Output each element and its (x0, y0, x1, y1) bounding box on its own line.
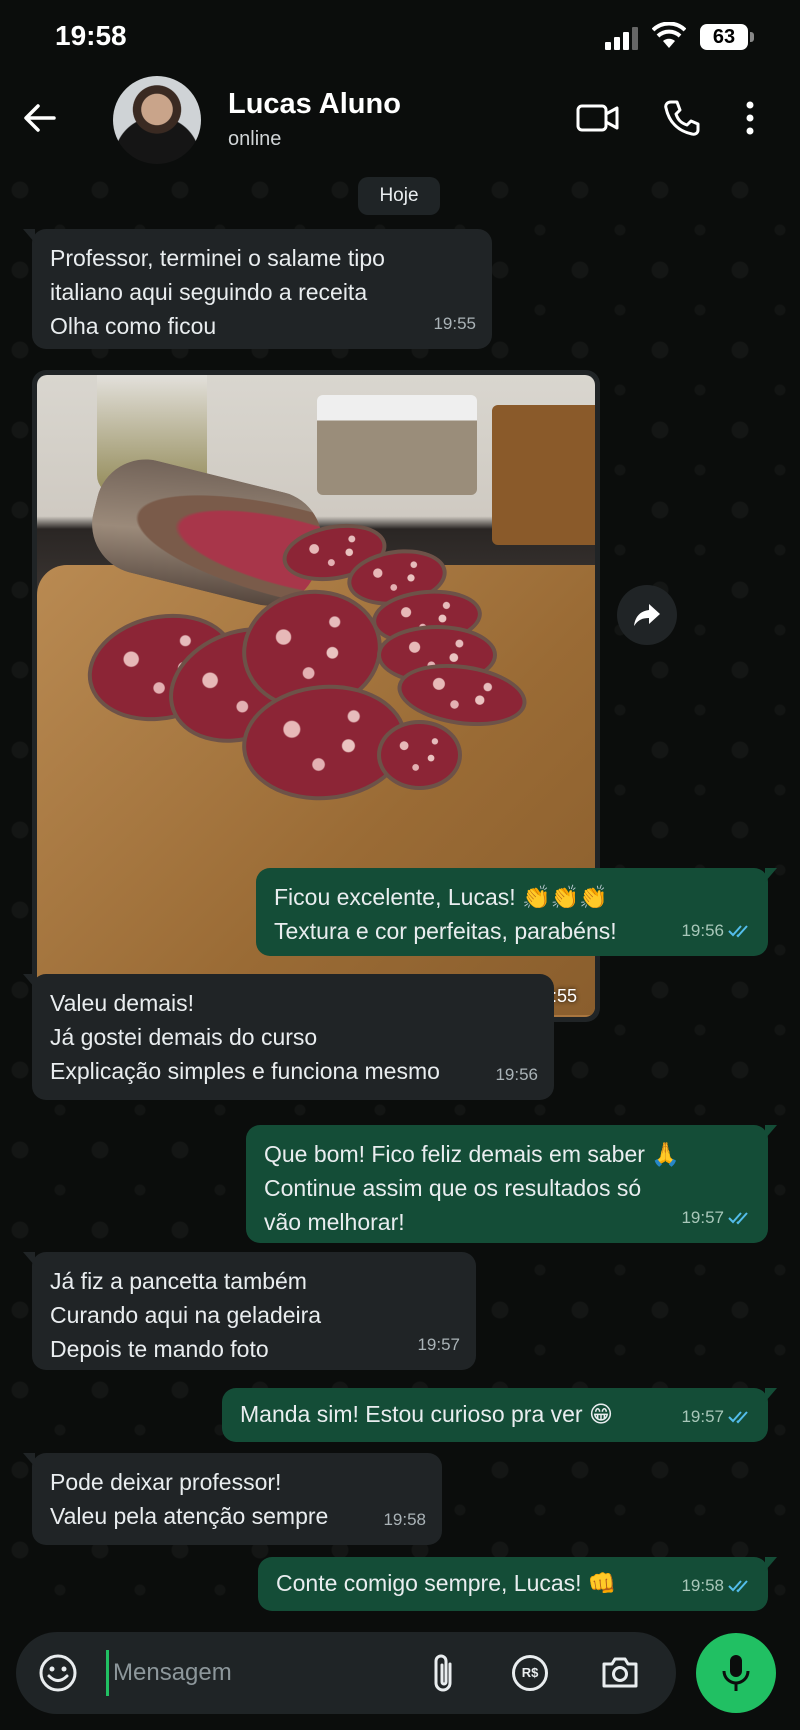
message-text: Depois te mando foto (50, 1336, 269, 1362)
contact-name[interactable]: Lucas Aluno (228, 88, 401, 121)
signal-icon (605, 26, 641, 55)
message-text: Manda sim! Estou curioso pra ver 😁 (240, 1401, 613, 1427)
back-arrow-icon[interactable] (20, 98, 60, 143)
phone-icon[interactable] (662, 98, 702, 143)
mic-icon (722, 1655, 750, 1691)
message-text: Valeu pela atenção sempre (50, 1503, 329, 1529)
message-time: 19:57 (681, 1407, 724, 1426)
message-time: 19:55 (433, 314, 476, 333)
message-text: Curando aqui na geladeira (50, 1302, 322, 1328)
message-text: Continue assim que os resultados só (264, 1175, 642, 1201)
message-outgoing[interactable]: Ficou excelente, Lucas! 👏👏👏 Textura e co… (256, 868, 777, 956)
more-menu-icon[interactable] (744, 100, 756, 141)
message-time: 19:56 (495, 1065, 538, 1084)
attach-icon[interactable] (428, 1652, 458, 1701)
mic-button[interactable] (696, 1633, 776, 1713)
message-text: Pode deixar professor! (50, 1469, 282, 1495)
message-text: Textura e cor perfeitas, parabéns! (274, 918, 617, 944)
chat-header: Lucas Aluno online (0, 70, 800, 170)
read-receipt-icon (728, 1411, 748, 1424)
message-composer: R$ (16, 1632, 676, 1714)
status-bar: 19:58 63 (0, 0, 800, 70)
message-incoming[interactable]: Já fiz a pancetta também Curando aqui na… (23, 1252, 476, 1370)
message-text: Explicação simples e funciona mesmo (50, 1058, 440, 1084)
message-outgoing[interactable]: Que bom! Fico feliz demais em saber 🙏 Co… (246, 1125, 777, 1243)
battery-icon: 63 (700, 24, 754, 50)
message-text: Já fiz a pancetta também (50, 1268, 307, 1294)
message-text: Olha como ficou (50, 313, 217, 339)
forward-icon[interactable] (617, 585, 677, 645)
date-chip: Hoje (358, 177, 440, 215)
payment-icon[interactable]: R$ (512, 1655, 548, 1691)
message-outgoing[interactable]: Manda sim! Estou curioso pra ver 😁 19:57 (222, 1388, 777, 1442)
message-text: Ficou excelente, Lucas! 👏👏👏 (274, 884, 608, 910)
message-time: 19:58 (383, 1510, 426, 1529)
message-incoming[interactable]: Professor, terminei o salame tipo italia… (23, 229, 492, 349)
camera-icon[interactable] (600, 1654, 640, 1695)
message-time: 19:56 (681, 921, 724, 940)
contact-status: online (228, 128, 282, 150)
message-text: Já gostei demais do curso (50, 1024, 318, 1050)
avatar[interactable] (113, 76, 201, 164)
wifi-icon (651, 21, 687, 55)
message-incoming[interactable]: Valeu demais! Já gostei demais do curso … (23, 974, 554, 1100)
message-time: 19:57 (681, 1208, 724, 1227)
message-outgoing[interactable]: Conte comigo sempre, Lucas! 👊 19:58 (258, 1557, 777, 1611)
chat-area[interactable]: Hoje Professor, terminei o salame tipo i… (0, 170, 800, 1620)
message-text: vão melhorar! (264, 1209, 405, 1235)
message-text: italiano aqui seguindo a receita (50, 279, 368, 305)
message-time: 19:57 (417, 1335, 460, 1354)
message-text: Professor, terminei o salame tipo (50, 245, 385, 271)
read-receipt-icon (728, 925, 748, 938)
message-text: Valeu demais! (50, 990, 195, 1016)
message-input[interactable] (106, 1650, 406, 1696)
read-receipt-icon (728, 1212, 748, 1225)
message-text: Conte comigo sempre, Lucas! 👊 (276, 1570, 617, 1596)
read-receipt-icon (728, 1580, 748, 1593)
emoji-icon[interactable] (38, 1653, 78, 1698)
video-call-icon[interactable] (576, 102, 620, 139)
message-incoming[interactable]: Pode deixar professor! Valeu pela atençã… (23, 1453, 442, 1545)
message-text: Que bom! Fico feliz demais em saber 🙏 (264, 1141, 680, 1167)
message-time: 19:58 (681, 1576, 724, 1595)
status-time: 19:58 (55, 20, 127, 51)
